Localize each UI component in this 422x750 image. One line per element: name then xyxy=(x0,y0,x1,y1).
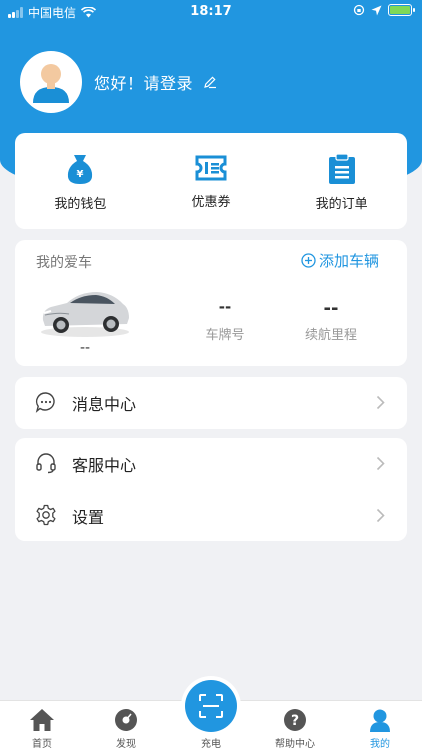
message-center-row[interactable]: 消息中心 xyxy=(15,377,407,428)
plate-label: 车牌号 xyxy=(205,328,245,343)
rotation-lock-icon xyxy=(353,4,365,16)
support-settings-card: 客服中心 设置 xyxy=(15,438,407,541)
svg-text:¥: ¥ xyxy=(77,169,84,180)
default-avatar-icon xyxy=(22,53,80,111)
tab-help[interactable]: ? 帮助中心 xyxy=(253,701,337,750)
status-bar: 中国电信 18:17 xyxy=(0,0,422,24)
help-icon: ? xyxy=(284,709,306,731)
plate-value: -- xyxy=(218,298,232,316)
battery-icon xyxy=(388,4,415,16)
chevron-right-icon xyxy=(376,456,385,471)
range-label: 续航里程 xyxy=(304,328,357,343)
headset-icon xyxy=(36,453,56,474)
wallet-label: 我的钱包 xyxy=(54,197,107,212)
charge-scan-button[interactable] xyxy=(185,680,237,732)
scan-icon xyxy=(199,694,223,718)
my-car-title: 我的爱车 xyxy=(36,255,92,271)
orders-label: 我的订单 xyxy=(315,197,368,212)
chevron-right-icon xyxy=(376,508,385,523)
add-circle-icon xyxy=(301,253,316,268)
tab-home[interactable]: 首页 xyxy=(0,701,84,750)
wallet-icon: ¥ xyxy=(68,155,93,184)
tab-charge-label: 充电 xyxy=(201,739,221,750)
wallet-button[interactable]: ¥ 我的钱包 xyxy=(15,133,146,229)
coupon-icon xyxy=(195,155,227,181)
chevron-right-icon xyxy=(376,395,385,410)
coupon-label: 优惠券 xyxy=(191,195,231,210)
discover-icon xyxy=(115,709,137,731)
message-center-label: 消息中心 xyxy=(72,394,137,414)
chat-bubble-icon xyxy=(35,392,55,413)
car-image xyxy=(41,292,129,337)
add-car-button[interactable]: 添加车辆 xyxy=(301,250,379,271)
tab-discover[interactable]: 发现 xyxy=(84,701,168,750)
plate-stat: -- 车牌号 xyxy=(170,298,280,343)
customer-service-label: 客服中心 xyxy=(72,455,137,475)
profile-icon xyxy=(370,709,390,732)
tab-discover-label: 发现 xyxy=(116,739,136,750)
coupon-button[interactable]: 优惠券 xyxy=(146,133,277,229)
location-icon xyxy=(371,5,382,15)
customer-service-row[interactable]: 客服中心 xyxy=(15,438,407,489)
profile-header[interactable]: 您好！请登录 xyxy=(20,51,217,113)
quick-actions-card: ¥ 我的钱包 优惠券 我的订单 xyxy=(15,133,407,229)
add-car-label: 添加车辆 xyxy=(318,252,379,270)
svg-text:?: ? xyxy=(291,713,299,729)
car-name: -- xyxy=(79,340,91,356)
avatar[interactable] xyxy=(20,51,82,113)
tab-profile[interactable]: 我的 xyxy=(338,701,422,750)
message-center-card: 消息中心 xyxy=(15,377,407,429)
edit-icon[interactable] xyxy=(203,75,217,89)
home-icon xyxy=(30,709,54,731)
tab-profile-label: 我的 xyxy=(370,739,390,750)
range-stat: -- 续航里程 xyxy=(276,298,386,343)
tab-home-label: 首页 xyxy=(32,739,52,750)
settings-label: 设置 xyxy=(72,507,105,527)
settings-row[interactable]: 设置 xyxy=(15,490,407,541)
gear-icon xyxy=(36,504,56,526)
range-value: -- xyxy=(323,298,339,319)
my-car-card: 我的爱车 添加车辆 -- -- 车牌号 -- 续航里程 xyxy=(15,240,407,366)
order-icon xyxy=(328,153,355,184)
orders-button[interactable]: 我的订单 xyxy=(276,133,407,229)
tab-help-label: 帮助中心 xyxy=(275,739,315,750)
login-prompt[interactable]: 您好！请登录 xyxy=(94,70,193,94)
